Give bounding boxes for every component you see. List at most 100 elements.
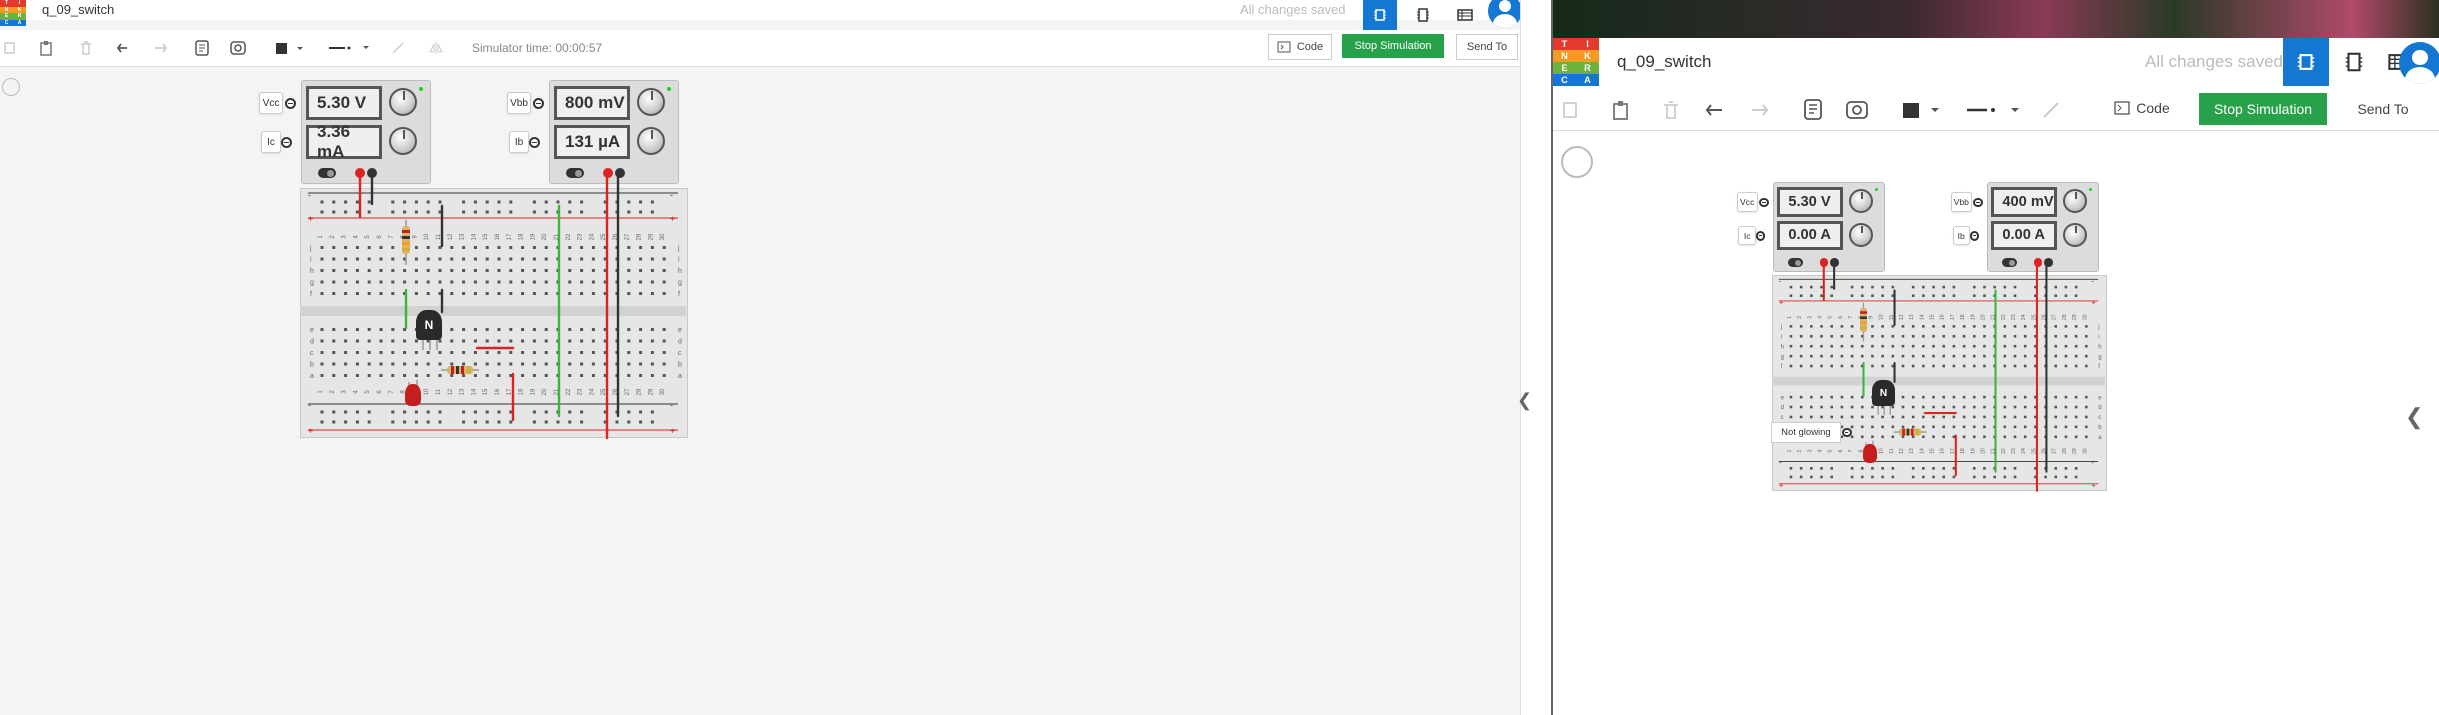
remove-meter-icon[interactable] [281, 137, 292, 148]
remove-meter-icon[interactable] [285, 98, 296, 109]
negative-terminal[interactable] [615, 168, 625, 178]
row-letter: a [678, 373, 682, 380]
remove-meter-icon[interactable] [1759, 197, 1769, 208]
current-knob[interactable] [389, 127, 417, 155]
copy-icon[interactable] [0, 38, 20, 58]
user-avatar[interactable] [2399, 42, 2439, 84]
voltage-knob[interactable] [2062, 188, 2088, 214]
circuit-view-icon[interactable] [1363, 0, 1397, 30]
code-button[interactable]: Code [2111, 94, 2173, 122]
red-led[interactable] [1862, 444, 1877, 464]
notes-icon[interactable] [192, 38, 212, 58]
power-switch[interactable] [566, 168, 584, 178]
pane-divider[interactable]: ❮ [1517, 0, 1552, 715]
meter-label[interactable]: Ic [1738, 226, 1756, 246]
color-picker-icon[interactable] [1901, 98, 1945, 122]
fit-view-icon[interactable] [2, 78, 20, 96]
column-number: 24 [2021, 448, 2027, 454]
current-knob[interactable] [637, 127, 665, 155]
breadboard-holes: --++--++12345678910111213141516171819202… [1772, 261, 2106, 492]
wire-style-icon[interactable] [1965, 98, 2021, 122]
power-switch[interactable] [318, 168, 336, 178]
remove-meter-icon[interactable] [529, 137, 540, 148]
meter-label[interactable]: Ib [509, 131, 529, 153]
meter-label[interactable]: Ib [1952, 226, 1971, 246]
delete-icon[interactable] [1659, 98, 1683, 122]
wire-style-icon[interactable] [326, 38, 372, 58]
power-switch[interactable] [1787, 257, 1804, 267]
code-button[interactable]: Code [1268, 34, 1332, 60]
remove-meter-icon[interactable] [1973, 197, 1983, 208]
meter-label[interactable]: Vbb [507, 92, 531, 114]
tinkercad-logo[interactable]: TINKERCA [1553, 38, 1599, 86]
column-number: 10 [424, 233, 430, 240]
meter-label[interactable]: Vcc [259, 92, 283, 114]
resistor-band [456, 366, 459, 374]
column-number: 12 [1899, 448, 1905, 454]
meter-label[interactable]: Ic [261, 131, 281, 153]
voltage-knob[interactable] [1848, 188, 1874, 214]
undo-icon[interactable] [114, 38, 134, 58]
paste-icon[interactable] [36, 38, 56, 58]
notes-icon[interactable] [1801, 98, 1825, 122]
negative-terminal[interactable] [2043, 257, 2053, 267]
component-list-icon[interactable] [1406, 0, 1440, 30]
rail-sign: - [670, 190, 673, 200]
column-number: 29 [648, 233, 654, 240]
schematic-table-icon[interactable] [1448, 0, 1482, 30]
circuit-view-icon[interactable] [2283, 38, 2329, 86]
meter-label[interactable]: Vcc [1736, 192, 1758, 212]
mirror-icon[interactable] [426, 38, 446, 58]
current-knob[interactable] [2062, 222, 2088, 247]
chevron-left-icon[interactable]: ❮ [2405, 404, 2423, 429]
visibility-icon[interactable] [228, 38, 248, 58]
redo-icon[interactable] [1747, 98, 1771, 122]
column-number: 24 [589, 388, 595, 395]
chevron-left-icon[interactable]: ❮ [1517, 390, 1532, 412]
delete-icon[interactable] [76, 38, 96, 58]
send-to-button[interactable]: Send To [2345, 93, 2421, 125]
flip-icon[interactable] [2039, 98, 2063, 122]
row-letter: f [2098, 364, 2100, 370]
column-number: 28 [2062, 314, 2068, 320]
column-number: 12 [1899, 314, 1905, 320]
voltage-knob[interactable] [389, 88, 417, 116]
project-title[interactable]: q_09_switch [1617, 52, 1712, 72]
undo-icon[interactable] [1703, 98, 1727, 122]
left-editor-pane: TINKERCA q_09_switch All changes saved S… [0, 0, 1520, 715]
red-led[interactable] [405, 384, 421, 406]
rail-sign: + [2091, 481, 2096, 490]
npn-transistor[interactable]: N [416, 310, 442, 340]
remove-meter-icon[interactable] [1969, 231, 1980, 241]
column-number: 28 [637, 233, 643, 240]
stop-simulation-button[interactable]: Stop Simulation [2199, 93, 2327, 125]
column-number: 19 [530, 388, 536, 395]
collapse-panel-handle[interactable]: ❮ [2405, 404, 2423, 432]
logo-letter: C [1553, 74, 1576, 86]
project-title[interactable]: q_09_switch [42, 2, 114, 17]
visibility-icon[interactable] [1845, 98, 1869, 122]
flip-icon[interactable] [388, 38, 408, 58]
paste-icon[interactable] [1609, 98, 1633, 122]
user-avatar[interactable] [1488, 0, 1520, 28]
component-list-icon[interactable] [2331, 38, 2377, 86]
power-switch[interactable] [2001, 257, 2018, 267]
redo-icon[interactable] [150, 38, 170, 58]
row-letter: h [310, 268, 314, 275]
send-to-button[interactable]: Send To [1456, 34, 1518, 60]
rail-sign: - [308, 190, 311, 200]
color-picker-icon[interactable] [272, 38, 308, 58]
remove-meter-icon[interactable] [1755, 231, 1766, 241]
remove-meter-icon[interactable] [533, 98, 544, 109]
remove-status-icon[interactable] [1842, 427, 1852, 438]
copy-icon[interactable] [1559, 98, 1583, 122]
stop-simulation-button[interactable]: Stop Simulation [1342, 34, 1444, 58]
meter-label[interactable]: Vbb [1950, 192, 1972, 212]
column-number: 18 [1960, 448, 1966, 454]
tinkercad-logo[interactable]: TINKERCA [0, 0, 26, 26]
voltage-knob[interactable] [637, 88, 665, 116]
npn-transistor[interactable]: N [1872, 380, 1895, 407]
current-knob[interactable] [1848, 222, 1874, 247]
fit-view-icon[interactable] [1561, 146, 1593, 178]
row-letter: c [1781, 415, 1784, 421]
